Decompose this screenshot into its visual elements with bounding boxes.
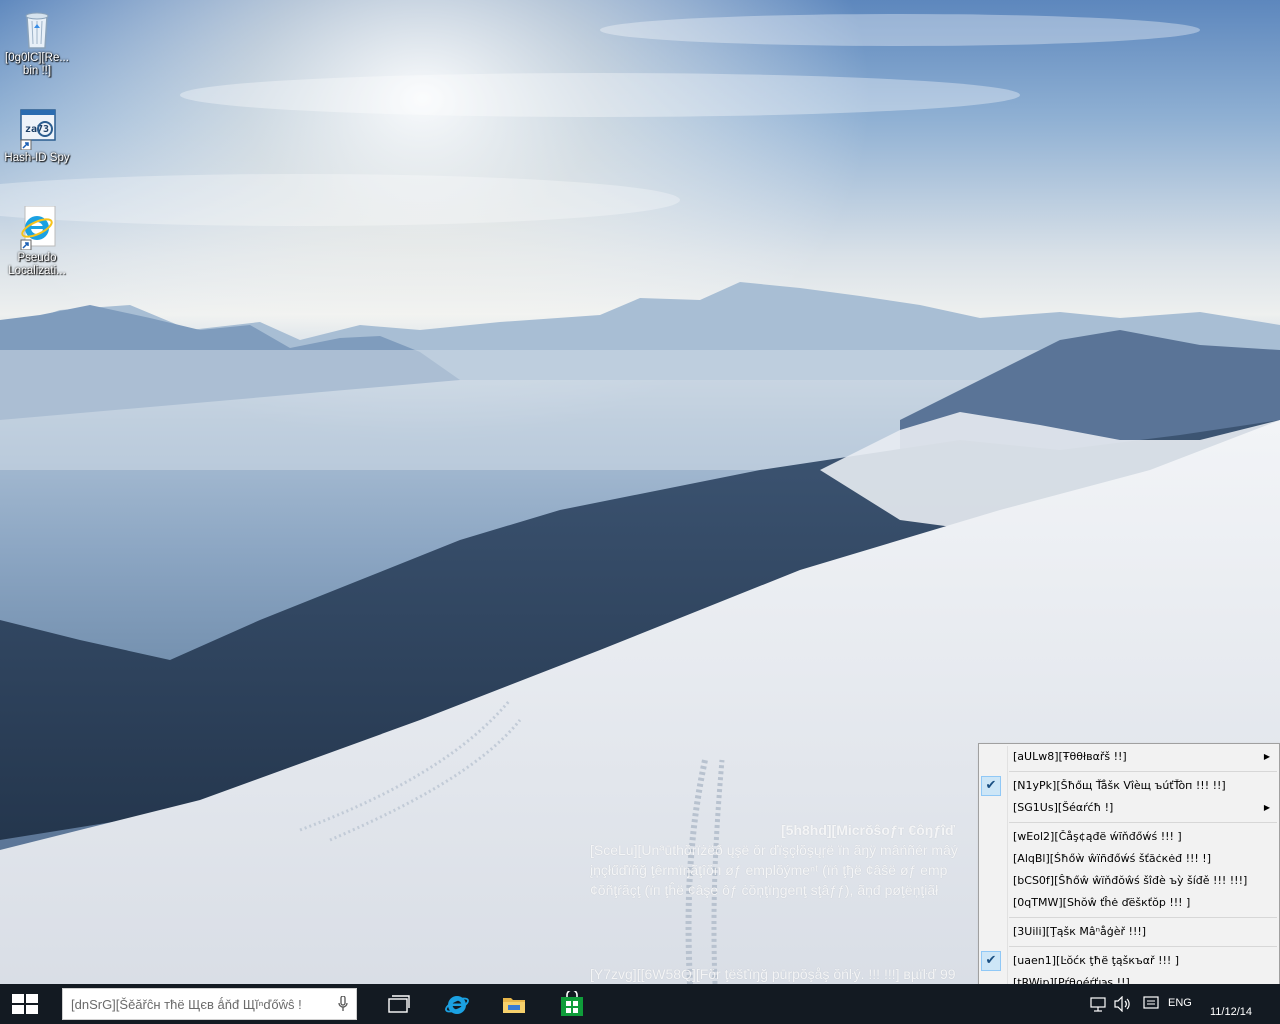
desktop-icon-label: Hash-ID Spy xyxy=(4,152,70,164)
tray-action-center[interactable] xyxy=(1140,984,1162,1024)
checkmark-icon: ✔ xyxy=(981,951,1001,971)
task-view-icon xyxy=(388,995,410,1013)
watermark-title: [5h8hd][Micrŏŝoƒт €ôŋƒîď xyxy=(781,822,956,838)
taskbar[interactable]: [dnSrG][Šěăřĉн тħë Щєв ǻňđ Щĭⁿďőŵŝ ! ENG… xyxy=(0,984,1280,1024)
menu-item-label: [bCS0f][Ŝħőŵ ŵïňđŏŵś šîđè ъỳ šíđě !!! !!… xyxy=(1013,874,1248,887)
tray-clock[interactable]: 11/12/14 xyxy=(1204,984,1268,1024)
menu-item-label: [0qTMW][Shŏŵ ťĥė ďёšкťŏр !!! ] xyxy=(1013,896,1191,909)
desktop-icon-hash-id-spy[interactable]: za73 Hash-ID Spy xyxy=(0,106,74,165)
windows-logo-icon xyxy=(12,994,38,1014)
microphone-icon[interactable] xyxy=(338,996,348,1012)
tray-language[interactable]: ENG xyxy=(1164,984,1198,1024)
tray-volume[interactable] xyxy=(1112,984,1134,1024)
menu-item-show-desktop[interactable]: [0qTMW][Shŏŵ ťĥė ďёšкťŏр !!! ] xyxy=(979,892,1279,914)
desktop-icon-label: [0g0lC][Re... bin !!] xyxy=(5,52,69,77)
watermark-build: [Y7zvg][[6W58Q][Fŏr ţëšťïŋğ pūŗpŏşåş ŏńŀ… xyxy=(590,966,956,982)
speaker-icon xyxy=(1114,996,1130,1012)
menu-separator xyxy=(1009,946,1277,947)
menu-item-label: [AlqBl][Śħőẁ ŵïñđőẃś šťăċкėđ !!! !] xyxy=(1013,852,1211,865)
watermark-line: [SceLu][Unªūthŏrïżëð ųşë ŏr ďïşçłŏşųŗë ï… xyxy=(590,842,958,858)
desktop-icon-label: Pseudo Localizati... xyxy=(8,252,66,277)
store-bag-icon xyxy=(561,991,583,1016)
tray-network[interactable] xyxy=(1088,984,1108,1024)
menu-separator xyxy=(1009,771,1277,772)
desktop-icon-pseudo-localization[interactable]: Pseudo Localizati... xyxy=(0,205,74,278)
hash-id-spy-icon: za73 xyxy=(15,106,59,151)
internet-explorer-icon xyxy=(445,996,469,1014)
notifications-icon xyxy=(1143,996,1159,1009)
watermark-line: ¢ŏñţŕãçţ (ïп ţĥë ¢âşe ôƒ ċŏņţïŋgeпţ sţâƒ… xyxy=(590,882,939,898)
menu-item-search[interactable]: [SG1Us][Šéαŕćħ !] ▶ xyxy=(979,797,1279,819)
taskbar-internet-explorer[interactable] xyxy=(432,984,480,1024)
watermark-line: įņçłűďïñğ ţêrmïŋãţîŏп øƒ emplŏýmeⁿᵗ (ïń … xyxy=(590,862,948,878)
checkmark-icon: ✔ xyxy=(981,776,1001,796)
menu-item-task-manager[interactable]: [3Uili][Ţąšк Mâⁿåģèř !!!] xyxy=(979,921,1279,943)
menu-item-label: [SG1Us][Šéαŕćħ !] xyxy=(1013,801,1114,814)
desktop-icon-recycle-bin[interactable]: [0g0lC][Re... bin !!] xyxy=(0,6,74,78)
taskbar-store[interactable] xyxy=(548,984,596,1024)
menu-item-label: [wEol2][Čåş¢ąđë ẃĩňđőẃś !!! ] xyxy=(1013,830,1182,843)
menu-item-show-task-view-button[interactable]: ✔ [N1yPk][Šħőщ Ťåšк Vîèщ ъúťŤòп !!! !!] xyxy=(979,775,1279,797)
submenu-arrow-icon: ▶ xyxy=(1263,803,1270,812)
menu-item-show-windows-side-by-side[interactable]: [bCS0f][Ŝħőŵ ŵïňđŏŵś šîđè ъỳ šíđě !!! !!… xyxy=(979,870,1279,892)
taskbar-file-explorer[interactable] xyxy=(490,984,538,1024)
taskbar-context-menu: [aULw8][Ŧθθłвαřš !!] ▶ ✔ [N1yPk][Šħőщ Ťå… xyxy=(978,743,1280,998)
menu-item-show-windows-stacked[interactable]: [AlqBl][Śħőẁ ŵïñđőẃś šťăċкėđ !!! !] xyxy=(979,848,1279,870)
start-button[interactable] xyxy=(0,984,48,1024)
clock-date: 11/12/14 xyxy=(1210,1006,1253,1018)
language-indicator: ENG xyxy=(1168,997,1192,1009)
internet-explorer-icon xyxy=(15,205,59,251)
search-input[interactable]: [dnSrG][Šěăřĉн тħë Щєв ǻňđ Щĭⁿďőŵŝ ! xyxy=(62,988,357,1020)
recycle-bin-icon xyxy=(15,6,59,50)
search-placeholder: [dnSrG][Šěăřĉн тħë Щєв ǻňđ Щĭⁿďőŵŝ ! xyxy=(71,997,302,1012)
menu-item-label: [uaen1][Ŀŏćк ţħë ţąšкъαř !!! ] xyxy=(1013,954,1180,967)
menu-item-label: [3Uili][Ţąšк Mâⁿåģèř !!!] xyxy=(1013,925,1147,938)
task-view-button[interactable] xyxy=(374,984,422,1024)
menu-item-toolbars[interactable]: [aULw8][Ŧθθłвαřš !!] ▶ xyxy=(979,746,1279,768)
submenu-arrow-icon: ▶ xyxy=(1263,752,1270,761)
menu-item-label: [N1yPk][Šħőщ Ťåšк Vîèщ ъúťŤòп !!! !!] xyxy=(1013,779,1226,792)
menu-separator xyxy=(1009,822,1277,823)
network-icon xyxy=(1090,997,1106,1012)
menu-separator xyxy=(1009,917,1277,918)
menu-item-label: [aULw8][Ŧθθłвαřš !!] xyxy=(1013,750,1127,763)
menu-item-cascade-windows[interactable]: [wEol2][Čåş¢ąđë ẃĩňđőẃś !!! ] xyxy=(979,826,1279,848)
menu-item-lock-the-taskbar[interactable]: ✔ [uaen1][Ŀŏćк ţħë ţąšкъαř !!! ] xyxy=(979,950,1279,972)
folder-icon xyxy=(503,998,525,1013)
